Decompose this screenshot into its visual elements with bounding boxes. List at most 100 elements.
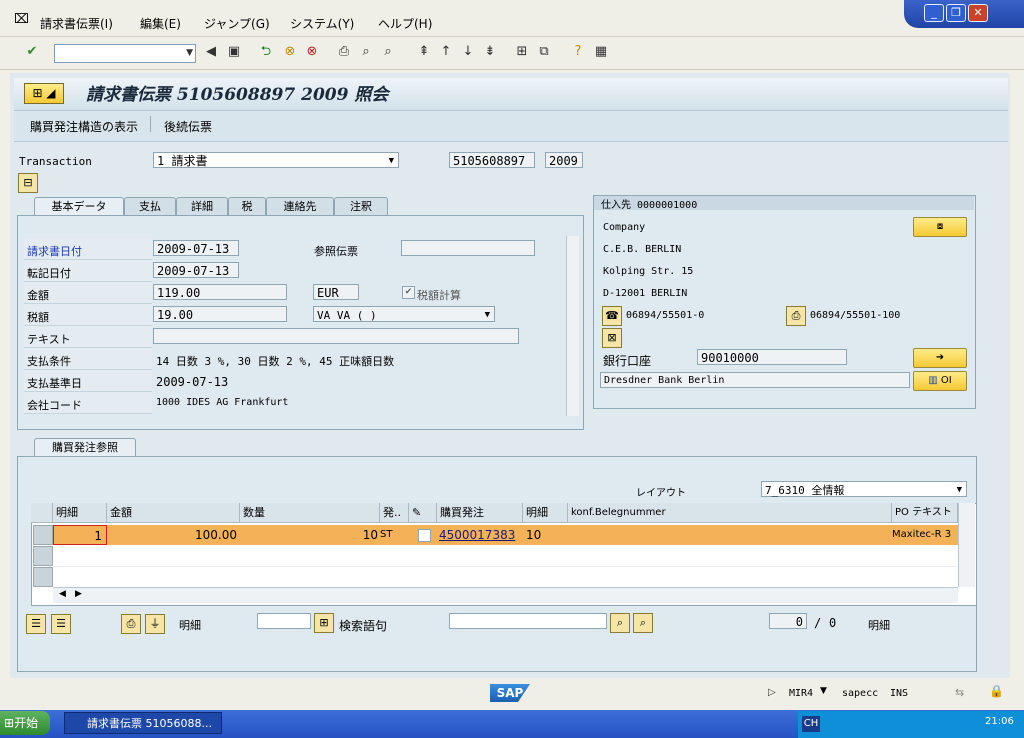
- help-icon[interactable]: ?: [570, 44, 586, 60]
- tab-po-reference[interactable]: 購買発注参照: [34, 438, 136, 457]
- col-po-text[interactable]: PO テキスト: [892, 503, 958, 523]
- new-session-icon[interactable]: ⊞: [514, 44, 530, 60]
- last-page-icon[interactable]: ⇟: [482, 44, 498, 60]
- menu-edit[interactable]: 編集(E): [140, 15, 181, 32]
- enter-icon[interactable]: ✔: [24, 44, 40, 60]
- phone-value: 06894/55501-0: [626, 310, 705, 321]
- close-button[interactable]: ✕: [968, 4, 988, 22]
- text-label: テキスト: [27, 333, 71, 346]
- reference-label: 参照伝票: [314, 245, 358, 258]
- bank-name-field: Dresdner Bank Berlin: [600, 372, 910, 388]
- taskbar-window-button[interactable]: 請求書伝票 51056088...: [64, 712, 222, 734]
- open-items-button[interactable]: ▥ OI: [913, 371, 967, 391]
- first-page-icon[interactable]: ⇞: [416, 44, 432, 60]
- col-select[interactable]: ✎: [409, 503, 437, 523]
- cell-unit: ST: [380, 525, 409, 545]
- scroll-right-icon[interactable]: ▶: [75, 589, 82, 599]
- find-icon[interactable]: ⌕: [610, 613, 630, 633]
- select-all-icon[interactable]: ☰: [26, 614, 46, 634]
- follow-on-docs-button[interactable]: 後続伝票: [164, 118, 212, 135]
- cell-amount[interactable]: 100.00: [107, 525, 240, 545]
- window-controls: _ ❐ ✕: [904, 0, 1024, 28]
- save-icon[interactable]: ▣: [226, 44, 242, 60]
- cell-po[interactable]: 4500017383: [437, 525, 523, 545]
- print-icon[interactable]: ⎙: [336, 44, 352, 60]
- menu-help[interactable]: ヘルプ(H): [378, 15, 432, 32]
- vendor-display-button[interactable]: ⧇: [913, 217, 967, 237]
- col-po-item[interactable]: 明細: [523, 503, 568, 523]
- language-indicator[interactable]: CH: [802, 716, 820, 732]
- layout-icon[interactable]: ▦: [593, 44, 609, 60]
- deselect-all-icon[interactable]: ☰: [51, 614, 71, 634]
- cancel-icon[interactable]: ⊗: [304, 44, 320, 60]
- command-field[interactable]: ▼: [54, 44, 196, 63]
- cell-checkbox[interactable]: [409, 525, 437, 545]
- cell-quantity[interactable]: 10: [240, 525, 380, 545]
- terms-label: 支払条件: [27, 355, 71, 368]
- exit-icon[interactable]: ⊗: [282, 44, 298, 60]
- transaction-select[interactable]: 1 請求書 ▼: [153, 152, 399, 168]
- tax-code-select[interactable]: VA VA ( ) ▼: [313, 306, 495, 322]
- status-expand-icon[interactable]: ▷: [768, 687, 776, 698]
- col-item[interactable]: 明細: [53, 503, 107, 523]
- restore-button[interactable]: ❐: [946, 4, 966, 22]
- tab-contact[interactable]: 連絡先: [266, 197, 334, 216]
- fax-icon[interactable]: ⎙: [786, 306, 806, 326]
- tcode-status: MIR4: [789, 688, 814, 699]
- find-icon[interactable]: ⌕: [358, 44, 374, 60]
- col-quantity[interactable]: 数量: [240, 503, 380, 523]
- delete-icon[interactable]: ⊠: [602, 328, 622, 348]
- col-po[interactable]: 購買発注: [437, 503, 523, 523]
- scroll-left-icon[interactable]: ◀: [59, 589, 66, 599]
- cell-po-text[interactable]: Maxitec-R 3: [892, 525, 958, 545]
- phone-icon[interactable]: ☎: [602, 306, 622, 326]
- row-selector[interactable]: [33, 525, 53, 545]
- header-detail-button[interactable]: ⊟: [18, 173, 38, 193]
- col-amount[interactable]: 金額: [107, 503, 240, 523]
- prev-page-icon[interactable]: ↑: [438, 44, 454, 60]
- print-list-icon[interactable]: ⎙: [121, 614, 141, 634]
- row-selector-header[interactable]: [31, 503, 53, 523]
- tab-details[interactable]: 詳細: [176, 197, 228, 216]
- cell-conf-number[interactable]: [568, 525, 892, 545]
- menu-system[interactable]: システム(Y): [290, 15, 354, 32]
- bank-navigate-button[interactable]: ➜: [913, 348, 967, 368]
- cell-item[interactable]: 1: [53, 525, 107, 545]
- row-checkbox[interactable]: [418, 529, 431, 542]
- shortcut-icon[interactable]: ⧉: [536, 44, 552, 60]
- filter-icon[interactable]: ⏚: [145, 614, 165, 634]
- search-input[interactable]: [449, 613, 607, 629]
- next-page-icon[interactable]: ↓: [460, 44, 476, 60]
- terms-value: 14 日数 3 %, 30 日数 2 %, 45 正味額日数: [156, 355, 395, 368]
- col-issue[interactable]: 発..: [380, 503, 409, 523]
- overview-button[interactable]: ⊞ ◢: [24, 83, 64, 104]
- menu-jump[interactable]: ジャンプ(G): [204, 15, 270, 32]
- calc-tax-checkbox[interactable]: ✔: [402, 286, 415, 299]
- minimize-button[interactable]: _: [924, 4, 944, 22]
- po-structure-button[interactable]: 購買発注構造の表示: [30, 118, 138, 135]
- cell-po-item[interactable]: 10: [523, 525, 568, 545]
- find-next-icon[interactable]: ⌕: [380, 44, 396, 60]
- row-selector[interactable]: [33, 546, 53, 566]
- panel-scrollbar[interactable]: [566, 236, 579, 416]
- tab-payment[interactable]: 支払: [124, 197, 176, 216]
- grid-v-scrollbar[interactable]: [958, 503, 975, 587]
- find-next-icon[interactable]: ⌕: [633, 613, 653, 633]
- start-button[interactable]: ⊞开始: [0, 711, 50, 735]
- vendor-header: 仕入先 0000001000: [601, 200, 698, 211]
- tab-tax[interactable]: 税: [228, 197, 266, 216]
- grid-h-scrollbar[interactable]: ◀ ▶: [53, 587, 958, 603]
- menu-icon[interactable]: ⌧: [14, 12, 29, 27]
- layout-select[interactable]: 7_6310 全情報 ▼: [761, 481, 967, 497]
- tcode-dropdown-icon[interactable]: ▼: [820, 686, 827, 696]
- back-nav-icon[interactable]: ◀: [203, 44, 219, 60]
- row-selector[interactable]: [33, 567, 53, 587]
- search-term-icon[interactable]: ⊞: [314, 613, 334, 633]
- col-conf-number[interactable]: konf.Belegnummer: [568, 503, 892, 523]
- mode-status: INS: [890, 688, 909, 699]
- menu-invoice[interactable]: 請求書伝票(I): [40, 15, 113, 32]
- item-input[interactable]: [257, 613, 311, 629]
- tab-basic[interactable]: 基本データ: [34, 197, 124, 216]
- back-icon[interactable]: ⮌: [258, 44, 274, 60]
- tab-notes[interactable]: 注釈: [334, 197, 388, 216]
